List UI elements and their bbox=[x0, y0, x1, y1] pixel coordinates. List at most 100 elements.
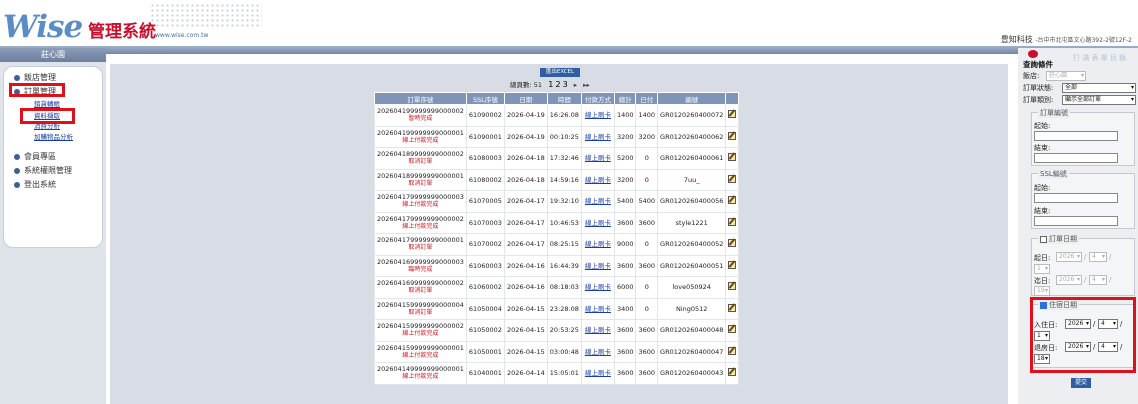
cell-code: GR0120260400047 bbox=[657, 340, 727, 363]
cell-total: 3600 bbox=[613, 340, 637, 363]
cell-time: 00:10:25 bbox=[546, 125, 582, 148]
order-status: 線上付款完成 bbox=[402, 136, 439, 144]
payment-method-link[interactable]: 線上刷卡 bbox=[585, 369, 611, 377]
page-link-2[interactable]: 2 bbox=[555, 80, 560, 89]
edit-icon[interactable] bbox=[728, 174, 737, 183]
order-id-cell: 202604159999999000001 線上付款完成 bbox=[374, 340, 467, 363]
cell-date: 2026-04-15 bbox=[503, 297, 548, 320]
order-id-cell: 202604189999999000002 取消訂單 bbox=[374, 147, 467, 170]
payment-method-link[interactable]: 線上刷卡 bbox=[585, 283, 611, 291]
edit-icon[interactable] bbox=[728, 282, 737, 291]
cell-total: 3200 bbox=[613, 125, 637, 148]
last-page-icon[interactable]: ▸▸ bbox=[583, 81, 590, 89]
od-to-month[interactable]: 4 bbox=[1089, 275, 1107, 285]
cell-paid: 0 bbox=[635, 147, 659, 170]
order-id: 202604169999999000003 bbox=[377, 257, 464, 266]
next-page-icon[interactable]: ▸ bbox=[574, 81, 577, 89]
cell-code: GR0120260400056 bbox=[657, 190, 727, 213]
order-status: 線上付款完成 bbox=[402, 373, 439, 381]
page-link-3[interactable]: 3 bbox=[563, 80, 568, 89]
payment-method-link[interactable]: 線上刷卡 bbox=[585, 197, 611, 205]
cell-time: 16:26.08 bbox=[546, 104, 582, 127]
ssl-end-input[interactable] bbox=[1034, 216, 1118, 226]
cell-date: 2026-04-17 bbox=[503, 190, 548, 213]
edit-icon[interactable] bbox=[728, 346, 737, 355]
order-no-legend: 訂單編號 bbox=[1038, 108, 1070, 118]
od-from-day[interactable]: 1 bbox=[1034, 264, 1050, 274]
payment-method-cell: 線上刷卡 bbox=[580, 147, 615, 170]
od-to-label: 迄日: bbox=[1034, 277, 1051, 285]
payment-method-link[interactable]: 線上刷卡 bbox=[585, 154, 611, 162]
cell-time: 16:44:39 bbox=[546, 254, 582, 277]
edit-icon[interactable] bbox=[728, 110, 737, 119]
edit-icon[interactable] bbox=[728, 368, 737, 377]
edit-icon[interactable] bbox=[728, 217, 737, 226]
payment-method-link[interactable]: 線上刷卡 bbox=[585, 133, 611, 141]
edit-icon[interactable] bbox=[728, 303, 737, 312]
order-id-cell: 202604199999999000002 暫時完成 bbox=[374, 104, 467, 127]
cell-ssl: 61050002 bbox=[465, 319, 505, 342]
order-date-fieldset: 訂單日期 起日: 2026 / 4 / 1 迄日: 2026 / 4 / 19 bbox=[1031, 234, 1135, 296]
payment-method-link[interactable]: 線上刷卡 bbox=[585, 240, 611, 248]
cell-time: 08:18:03 bbox=[546, 276, 582, 299]
edit-icon[interactable] bbox=[728, 196, 737, 205]
edit-icon[interactable] bbox=[728, 239, 737, 248]
order-date-checkbox[interactable] bbox=[1040, 235, 1047, 243]
column-header: SSL序號 bbox=[465, 92, 505, 105]
type-select[interactable]: 顯示全部訂單 bbox=[1062, 95, 1136, 105]
cell-code: GR0120260400048 bbox=[657, 319, 727, 342]
cell-date: 2026-04-19 bbox=[503, 125, 548, 148]
edit-icon[interactable] bbox=[728, 325, 737, 334]
cell-ssl: 61080002 bbox=[465, 168, 505, 191]
menu-item-members[interactable]: 會員專區 bbox=[14, 152, 56, 162]
status-select[interactable]: 全部 bbox=[1062, 83, 1136, 93]
payment-method-cell: 線上刷卡 bbox=[580, 297, 615, 320]
export-excel-button[interactable]: 匯出EXCEL bbox=[540, 68, 580, 77]
od-from-month[interactable]: 4 bbox=[1089, 252, 1107, 262]
cell-date: 2026-04-19 bbox=[503, 104, 548, 127]
table-row: 202604189999999000002 取消訂單 61080003 2026-04… bbox=[374, 147, 740, 170]
cell-ssl: 61070003 bbox=[465, 211, 505, 234]
menu-item-permissions[interactable]: 系統權限管理 bbox=[14, 166, 72, 176]
order-no-fieldset: 訂單編號 起始: 結束: bbox=[1031, 108, 1135, 166]
edit-cell bbox=[725, 125, 740, 148]
payment-method-link[interactable]: 線上刷卡 bbox=[585, 348, 611, 356]
column-header: 編號 bbox=[657, 92, 727, 105]
od-from-sep2: / bbox=[1109, 253, 1112, 261]
submit-button[interactable]: 提交 bbox=[1071, 378, 1091, 388]
ssl-legend: SSL編號 bbox=[1038, 169, 1069, 179]
order-id-cell: 202604149999999000001 線上付款完成 bbox=[374, 362, 467, 385]
cell-code: GR0120260400051 bbox=[657, 254, 727, 277]
edit-icon[interactable] bbox=[728, 260, 737, 269]
cell-time: 20:53:25 bbox=[546, 319, 582, 342]
menu-item-hotel[interactable]: 飯店管理 bbox=[14, 73, 56, 83]
payment-method-link[interactable]: 線上刷卡 bbox=[585, 262, 611, 270]
payment-method-link[interactable]: 線上刷卡 bbox=[585, 111, 611, 119]
payment-method-link[interactable]: 線上刷卡 bbox=[585, 305, 611, 313]
od-from-year[interactable]: 2026 bbox=[1056, 252, 1082, 262]
payment-method-link[interactable]: 線上刷卡 bbox=[585, 326, 611, 334]
menu-item-logout[interactable]: 登出系統 bbox=[14, 180, 56, 190]
cell-paid: 3600 bbox=[635, 340, 659, 363]
cell-time: 10:46:53 bbox=[546, 211, 582, 234]
orders-table: 訂單序號 SSL序號 日期 時間 付款方式 總計 已付 編號 2026041999999990… bbox=[374, 92, 740, 385]
cell-paid: 1400 bbox=[635, 104, 659, 127]
submenu-addon-analysis[interactable]: 加購物品分析 bbox=[34, 133, 73, 142]
hotel-select[interactable]: 莊心園 bbox=[1046, 71, 1086, 81]
order-no-start-label: 起始: bbox=[1034, 122, 1051, 130]
cell-code: GR0120260400052 bbox=[657, 233, 727, 256]
ssl-start-input[interactable] bbox=[1034, 193, 1118, 203]
payment-method-link[interactable]: 線上刷卡 bbox=[585, 219, 611, 227]
edit-cell bbox=[725, 233, 740, 256]
order-no-start-input[interactable] bbox=[1034, 131, 1118, 141]
edit-icon[interactable] bbox=[728, 131, 737, 140]
column-header: 總計 bbox=[613, 92, 637, 105]
cell-total: 3400 bbox=[613, 297, 637, 320]
edit-icon[interactable] bbox=[728, 153, 737, 162]
order-no-end-input[interactable] bbox=[1034, 153, 1118, 163]
od-to-day[interactable]: 19 bbox=[1034, 286, 1050, 296]
page-link-1[interactable]: 1 bbox=[548, 80, 553, 89]
payment-method-link[interactable]: 線上刷卡 bbox=[585, 176, 611, 184]
od-to-year[interactable]: 2026 bbox=[1056, 275, 1082, 285]
cell-paid: 3600 bbox=[635, 362, 659, 385]
